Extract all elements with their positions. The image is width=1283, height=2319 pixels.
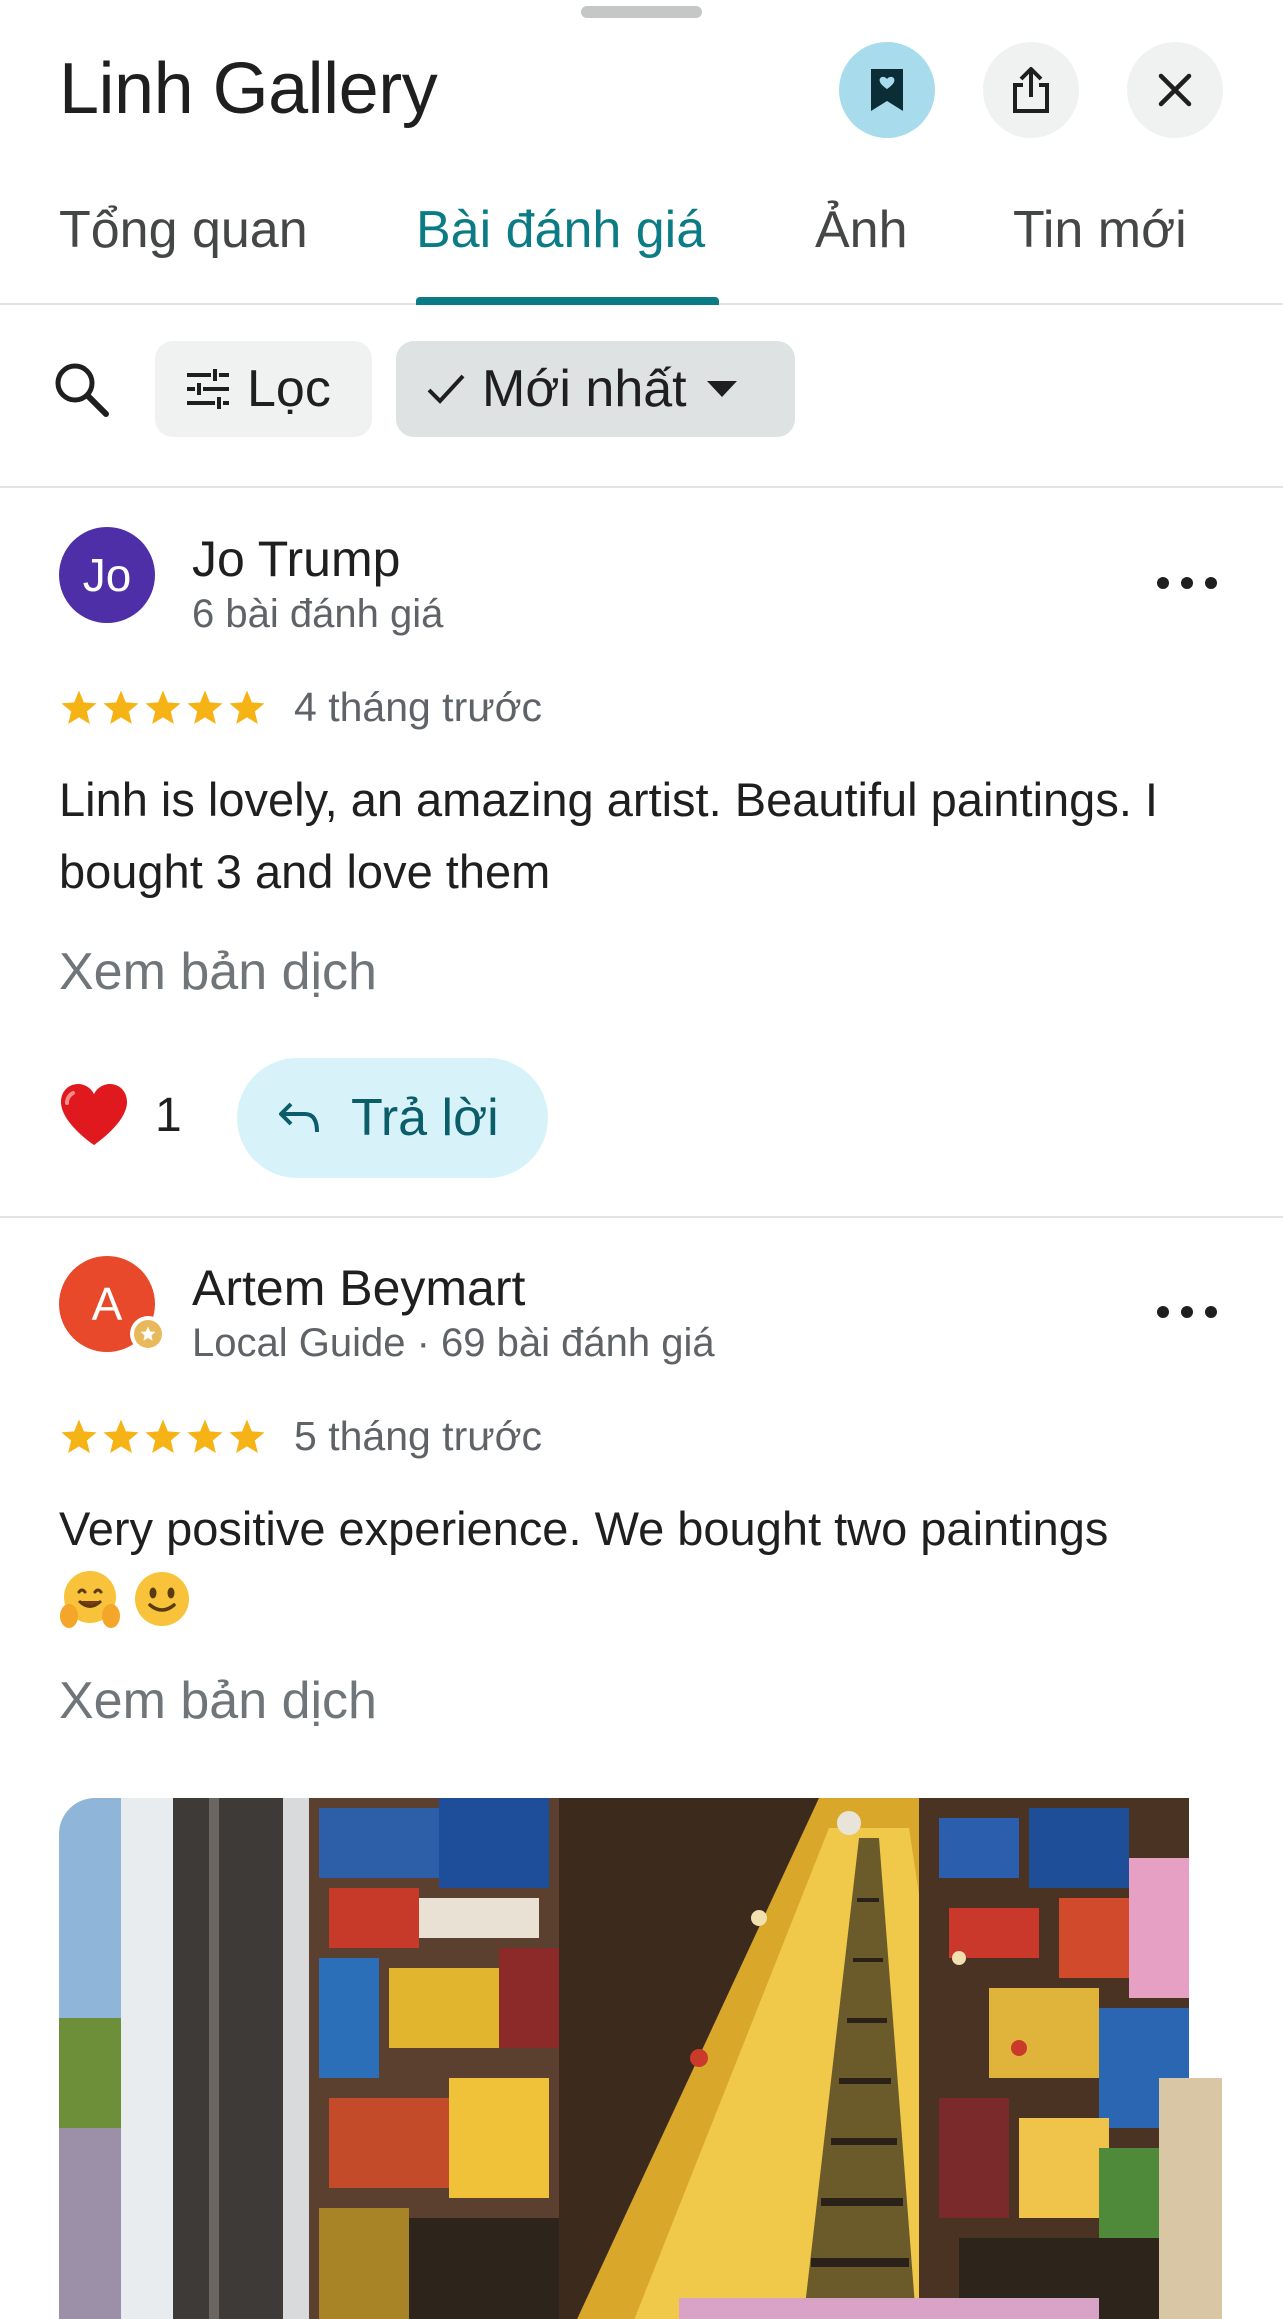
star-icon bbox=[187, 690, 223, 724]
reply-label: Trả lời bbox=[351, 1089, 499, 1147]
tab-overview[interactable]: Tổng quan bbox=[59, 200, 308, 260]
page-title: Linh Gallery bbox=[59, 49, 438, 129]
star-icon bbox=[61, 1419, 97, 1453]
review-time: 4 tháng trước bbox=[294, 684, 543, 730]
painting-image bbox=[59, 1798, 1222, 2319]
bookmark-icon bbox=[871, 69, 903, 111]
tab-photos[interactable]: Ảnh bbox=[815, 200, 908, 260]
close-button[interactable] bbox=[1127, 42, 1223, 138]
reply-button[interactable]: Trả lời bbox=[237, 1058, 548, 1178]
review-text: Linh is lovely, an amazing artist. Beaut… bbox=[59, 773, 1158, 898]
avatar-initials: Jo bbox=[82, 549, 132, 601]
divider bbox=[0, 1216, 1283, 1218]
place-sheet: Linh Gallery Tổng quan Bài đánh giá Ảnh … bbox=[0, 0, 1283, 2319]
like-button[interactable]: 1 bbox=[59, 1083, 182, 1147]
save-button[interactable] bbox=[839, 42, 935, 138]
star-icon bbox=[229, 690, 265, 724]
star-icon bbox=[229, 1419, 265, 1453]
close-icon bbox=[1158, 73, 1192, 107]
smiling-face-emoji bbox=[135, 1572, 189, 1626]
star-icon bbox=[187, 1419, 223, 1453]
star-icon bbox=[103, 1419, 139, 1453]
review-emojis bbox=[59, 1568, 193, 1630]
caret-down-icon bbox=[706, 381, 737, 397]
review-photo[interactable] bbox=[59, 1798, 1222, 2319]
filter-chip[interactable]: Lọc bbox=[155, 341, 372, 437]
share-button[interactable] bbox=[983, 42, 1079, 138]
local-guide-badge bbox=[130, 1316, 166, 1352]
reviewer-name[interactable]: Artem Beymart bbox=[192, 1259, 525, 1317]
hugging-face-emoji bbox=[60, 1571, 120, 1628]
more-options-button[interactable] bbox=[1157, 1297, 1217, 1327]
more-options-button[interactable] bbox=[1157, 568, 1217, 598]
star-icon bbox=[61, 690, 97, 724]
star-icon bbox=[145, 1419, 181, 1453]
filter-label: Lọc bbox=[247, 360, 331, 418]
reviewer-meta: 6 bài đánh giá bbox=[192, 592, 444, 636]
translate-link[interactable]: Xem bản dịch bbox=[59, 942, 377, 1002]
share-icon bbox=[1013, 67, 1049, 113]
active-tab-indicator bbox=[416, 297, 719, 305]
sort-label: Mới nhất bbox=[482, 360, 687, 418]
avatar-initials: A bbox=[91, 1278, 123, 1330]
reply-icon bbox=[279, 1102, 319, 1133]
search-icon bbox=[55, 363, 109, 417]
star-badge-icon bbox=[140, 1326, 156, 1341]
star-icon bbox=[103, 690, 139, 724]
star-icon bbox=[145, 690, 181, 724]
star-rating bbox=[59, 688, 267, 728]
review-time: 5 tháng trước bbox=[294, 1413, 543, 1459]
tab-reviews[interactable]: Bài đánh giá bbox=[416, 200, 705, 260]
heart-icon bbox=[61, 1084, 127, 1145]
sort-dropdown[interactable]: Mới nhất bbox=[396, 341, 795, 437]
tab-updates[interactable]: Tin mới bbox=[1013, 200, 1187, 260]
reviewer-name[interactable]: Jo Trump bbox=[192, 530, 400, 588]
star-rating bbox=[59, 1417, 267, 1457]
divider bbox=[0, 486, 1283, 488]
translate-link[interactable]: Xem bản dịch bbox=[59, 1671, 377, 1731]
reviewer-meta: Local Guide · 69 bài đánh giá bbox=[192, 1321, 715, 1365]
avatar[interactable]: Jo bbox=[59, 527, 155, 623]
like-count: 1 bbox=[155, 1088, 182, 1142]
search-reviews-button[interactable] bbox=[52, 360, 112, 420]
more-icon bbox=[1157, 1306, 1169, 1318]
tab-bar: Tổng quan Bài đánh giá Ảnh Tin mới bbox=[0, 180, 1283, 305]
tune-icon bbox=[187, 369, 229, 409]
review-text: Very positive experience. We bought two … bbox=[59, 1502, 1109, 1555]
drag-handle[interactable] bbox=[581, 6, 702, 18]
check-icon bbox=[427, 374, 465, 404]
more-icon bbox=[1157, 577, 1169, 589]
